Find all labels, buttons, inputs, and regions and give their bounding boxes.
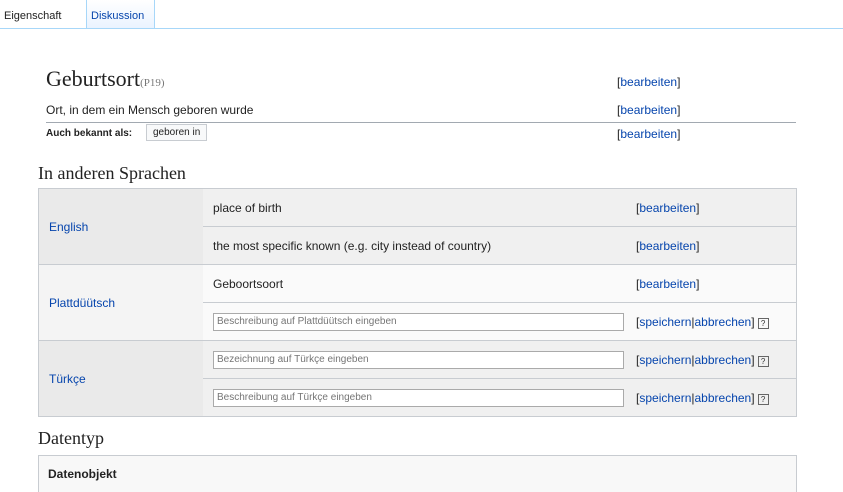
- edit-label-button[interactable]: [bearbeiten]: [617, 75, 680, 89]
- description-cell: [203, 302, 628, 341]
- languages-heading: In anderen Sprachen: [38, 163, 186, 183]
- language-description: the most specific known (e.g. city inste…: [203, 226, 628, 265]
- cancel-link[interactable]: abbrechen: [695, 353, 752, 367]
- edit-link[interactable]: bearbeiten: [639, 277, 696, 291]
- bracket: ]: [696, 200, 700, 215]
- datatype-box: [38, 455, 797, 492]
- edit-link[interactable]: bearbeiten: [620, 127, 677, 141]
- save-link[interactable]: speichern: [639, 391, 691, 405]
- edit-link[interactable]: bearbeiten: [620, 75, 677, 89]
- edit-link[interactable]: bearbeiten: [639, 201, 696, 215]
- label-cell: [203, 340, 628, 379]
- page-tabs: Eigenschaft Diskussion: [0, 0, 843, 29]
- bracket: ]: [751, 314, 755, 329]
- description-input[interactable]: [213, 388, 624, 407]
- bracket: ]: [696, 238, 700, 253]
- languages-table: English place of birth [bearbeiten] the …: [38, 188, 797, 417]
- entity-id: (P19): [140, 77, 165, 89]
- bracket: ]: [677, 75, 681, 89]
- label-input[interactable]: [213, 350, 624, 369]
- tab-discussion[interactable]: Diskussion: [87, 0, 155, 28]
- save-cancel-actions: [speichern|abbrechen]?: [628, 378, 797, 417]
- save-link[interactable]: speichern: [639, 315, 691, 329]
- edit-button[interactable]: [bearbeiten]: [628, 226, 797, 265]
- entity-description: Ort, in dem ein Mensch geboren wurde: [46, 103, 254, 117]
- edit-link[interactable]: bearbeiten: [639, 239, 696, 253]
- bracket: ]: [751, 352, 755, 367]
- description-input[interactable]: [213, 312, 624, 331]
- save-cancel-actions: [speichern|abbrechen]?: [628, 302, 797, 341]
- edit-button[interactable]: [bearbeiten]: [628, 264, 797, 303]
- language-label: place of birth: [203, 188, 628, 227]
- divider: [46, 122, 796, 123]
- language-name: English: [38, 188, 203, 265]
- table-row: English place of birth [bearbeiten]: [38, 188, 797, 265]
- edit-button[interactable]: [bearbeiten]: [628, 188, 797, 227]
- bracket: ]: [696, 276, 700, 291]
- language-label: Geboortsoort: [203, 264, 628, 303]
- bracket: ]: [677, 127, 681, 141]
- table-row: Türkçe [speichern|abbrechen]?: [38, 340, 797, 417]
- bracket: ]: [677, 103, 681, 117]
- aliases-label: Auch bekannt als:: [46, 128, 133, 139]
- page-title: Geburtsort(P19): [46, 66, 165, 92]
- tabs-divider: [0, 28, 843, 29]
- entity-label: Geburtsort: [46, 66, 141, 91]
- cancel-link[interactable]: abbrechen: [695, 391, 752, 405]
- description-cell: [203, 378, 628, 417]
- cancel-link[interactable]: abbrechen: [695, 315, 752, 329]
- language-name: Plattdüütsch: [38, 264, 203, 341]
- bracket: ]: [751, 390, 755, 405]
- help-icon[interactable]: ?: [757, 355, 769, 367]
- help-icon[interactable]: ?: [757, 317, 769, 329]
- table-row: Plattdüütsch Geboortsoort [bearbeiten]: [38, 264, 797, 341]
- edit-aliases-button[interactable]: [bearbeiten]: [617, 127, 680, 141]
- datatype-value: Datenobjekt: [48, 467, 117, 481]
- datatype-heading: Datentyp: [38, 428, 104, 448]
- edit-description-button[interactable]: [bearbeiten]: [617, 103, 680, 117]
- language-name: Türkçe: [38, 340, 203, 417]
- save-link[interactable]: speichern: [639, 353, 691, 367]
- save-cancel-actions: [speichern|abbrechen]?: [628, 340, 797, 379]
- help-icon[interactable]: ?: [757, 393, 769, 405]
- alias-chip: geboren in: [146, 124, 208, 141]
- tab-property[interactable]: Eigenschaft: [0, 0, 87, 28]
- edit-link[interactable]: bearbeiten: [620, 103, 677, 117]
